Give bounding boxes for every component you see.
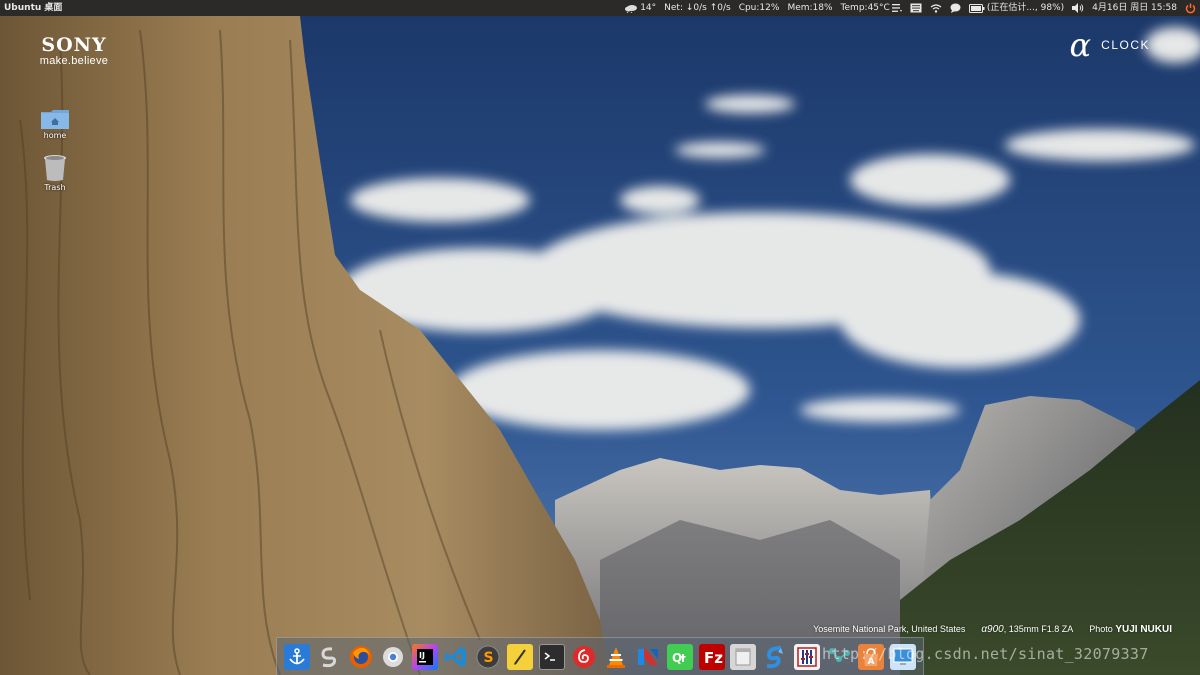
mixer-app-icon <box>797 646 817 667</box>
dock-item-intellij[interactable]: IJ <box>411 643 438 670</box>
cpu-indicator[interactable]: Cpu:12% <box>739 0 780 16</box>
sony-tagline: make.believe <box>39 55 109 67</box>
netease-music-app-icon <box>572 645 595 668</box>
svg-text:Fz: Fz <box>704 649 723 667</box>
wallpaper-landscape <box>0 0 1200 675</box>
sublime-app-icon: S <box>476 645 500 668</box>
dock-item-vlc[interactable] <box>603 644 629 670</box>
terminal-app-icon <box>544 651 556 661</box>
caption-model: α900 <box>981 624 1004 635</box>
sony-logo: SONY <box>41 34 107 56</box>
dock-item-wps[interactable] <box>635 644 661 670</box>
desktop-icon-home[interactable]: home <box>35 108 75 140</box>
intellij-app-icon: IJ <box>416 648 433 665</box>
shadowsocks-app-icon <box>767 645 784 668</box>
keyboard-icon <box>910 3 922 13</box>
desktop-icon-trash[interactable]: Trash <box>35 154 75 192</box>
dock-item-editor[interactable] <box>507 643 534 670</box>
caption-lens: , 135mm F1.8 ZA <box>1003 624 1074 634</box>
memory-indicator[interactable]: Mem:18% <box>787 0 832 16</box>
home-folder-icon <box>41 110 69 129</box>
alpha-symbol: α <box>1069 26 1092 64</box>
sogou-app-icon <box>321 646 336 667</box>
wps-app-icon <box>637 648 658 665</box>
dock-item-mixer[interactable] <box>794 643 821 670</box>
caption-camera: α900, 135mm F1.8 ZA <box>981 624 1073 635</box>
dock-item-netease-music[interactable] <box>571 644 597 670</box>
files-app-icon <box>735 648 751 665</box>
filezilla-app-icon: Fz <box>704 649 723 667</box>
watermark-text: http://blog.csdn.net/sinat_32079337 <box>822 645 1149 663</box>
weather-temperature: 14° <box>640 3 657 13</box>
photo-caption: Yosemite National Park, United States α9… <box>813 624 1172 635</box>
vlc-app-icon <box>606 646 625 668</box>
session-menu[interactable] <box>1185 3 1196 14</box>
caption-photographer: YUJI NUKUI <box>1115 624 1172 635</box>
dock-item-firefox[interactable] <box>348 644 374 670</box>
net-speed-indicator[interactable]: Net: ↓0/s ↑0/s <box>664 0 731 16</box>
dock-item-files[interactable] <box>730 643 757 670</box>
trash-icon <box>44 155 66 181</box>
dock-item-shadowsocks[interactable] <box>762 644 788 670</box>
caption-credit: Photo YUJI NUKUI <box>1089 624 1172 635</box>
desktop-icon-label: Trash <box>44 183 66 192</box>
wifi-icon <box>930 3 942 13</box>
caption-credit-prefix: Photo <box>1089 624 1113 634</box>
desktop-wallpaper <box>0 0 1200 675</box>
dock-item-qt-creator[interactable]: Q <box>666 643 693 670</box>
dock-item-vscode[interactable] <box>443 644 469 670</box>
keyboard-indicator[interactable] <box>910 3 922 13</box>
firefox-app-icon <box>349 645 372 668</box>
vscode-app-icon <box>445 646 467 667</box>
desktop-icon-label: home <box>43 131 67 140</box>
indicator-area: 14° Net: ↓0/s ↑0/s Cpu:12% Mem:18% Temp:… <box>624 0 1196 16</box>
dock-item-sublime[interactable]: S <box>475 644 501 670</box>
svg-text:IJ: IJ <box>419 651 425 660</box>
qt-creator-app-icon: Q <box>672 651 686 665</box>
temperature-indicator[interactable]: Temp:45°C <box>841 0 902 16</box>
dock-item-filezilla[interactable]: Fz <box>698 643 725 670</box>
alpha-clock-widget: α CLOCK <box>1069 26 1150 64</box>
battery-indicator[interactable]: (正在估计..., 98%) <box>968 0 1065 16</box>
temperature-value: Temp:45°C <box>840 3 890 13</box>
menu-lines-icon <box>891 4 902 12</box>
volume-indicator[interactable] <box>1072 3 1084 13</box>
active-window-title[interactable]: Ubuntu 桌面 <box>4 0 62 16</box>
datetime-indicator[interactable]: 4月16日 周日 15:58 <box>1092 0 1177 16</box>
top-panel: Ubuntu 桌面 14° Net: ↓0/s ↑0/s Cpu:12% Mem… <box>0 0 1200 16</box>
clock-label: CLOCK <box>1101 38 1150 52</box>
dock-item-terminal[interactable] <box>539 643 566 670</box>
sony-logo-widget: SONY make.believe <box>26 34 122 67</box>
chromium-app-icon <box>382 646 403 667</box>
volume-icon <box>1072 3 1084 13</box>
weather-indicator[interactable]: 14° <box>624 0 656 16</box>
chat-icon <box>950 3 961 13</box>
caption-location: Yosemite National Park, United States <box>813 624 966 634</box>
power-icon <box>1185 3 1196 13</box>
battery-icon <box>968 3 985 13</box>
wifi-indicator[interactable] <box>930 3 942 13</box>
editor-app-icon <box>514 648 526 665</box>
battery-status: (正在估计..., 98%) <box>986 3 1065 13</box>
messaging-indicator[interactable] <box>950 3 961 13</box>
weather-icon <box>625 5 638 13</box>
dock-item-sogou[interactable] <box>316 644 342 670</box>
dock-item-chromium[interactable] <box>380 644 406 670</box>
dock-item-anchor[interactable] <box>283 643 310 670</box>
svg-text:Q: Q <box>672 651 682 665</box>
anchor-app-icon <box>289 647 305 664</box>
svg-text:S: S <box>484 650 494 666</box>
